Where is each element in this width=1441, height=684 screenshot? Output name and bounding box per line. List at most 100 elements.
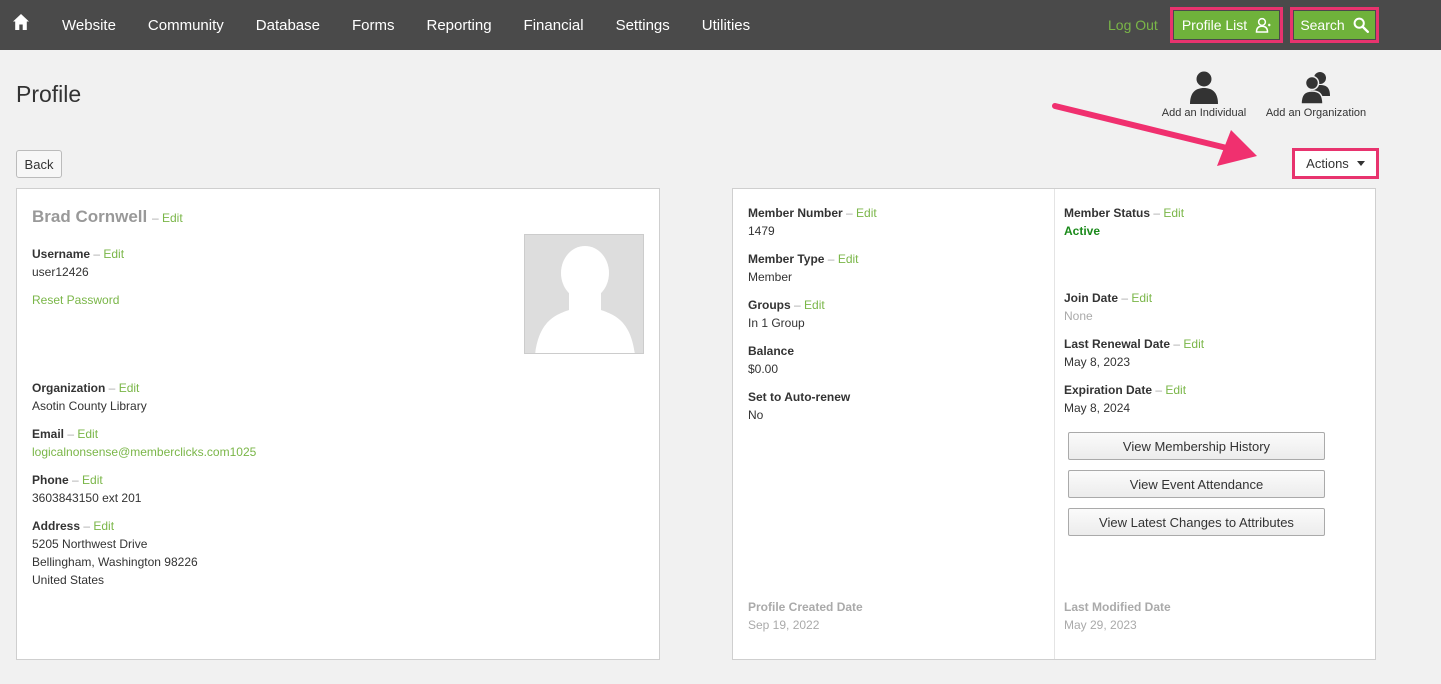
edit-member-status-link[interactable]: Edit <box>1163 206 1184 220</box>
groups-label: Groups <box>748 298 791 312</box>
expiration-label: Expiration Date <box>1064 383 1153 397</box>
balance-field: Balance $0.00 <box>748 342 794 378</box>
avatar-placeholder <box>535 246 635 353</box>
member-number-value: 1479 <box>748 224 775 238</box>
individual-icon <box>1190 71 1218 104</box>
nav-item-utilities[interactable]: Utilities <box>686 17 766 34</box>
member-status-field: Member Status – Edit Active <box>1064 206 1185 238</box>
membership-panel: Member Number – Edit 1479 Member Type – … <box>732 188 1376 660</box>
email-field: Email – Edit logicalnonsense@memberclick… <box>32 427 257 461</box>
last-renewal-label: Last Renewal Date <box>1064 337 1171 351</box>
expiration-value: May 8, 2024 <box>1064 401 1131 415</box>
add-individual-button[interactable]: Add an Individual <box>1149 70 1259 119</box>
join-date-label: Join Date <box>1064 291 1119 305</box>
edit-expiration-link[interactable]: Edit <box>1165 383 1186 397</box>
caret-down-icon <box>1356 161 1365 166</box>
search-icon <box>1353 17 1369 33</box>
edit-member-type-link[interactable]: Edit <box>838 252 859 266</box>
phone-field: Phone – Edit 3603843150 ext 201 <box>32 473 142 505</box>
profile-info-panel: Brad Cornwell – Edit Username – Edit use… <box>16 188 660 660</box>
add-individual-label: Add an Individual <box>1161 107 1247 119</box>
view-membership-history-button[interactable]: View Membership History <box>1068 432 1325 460</box>
search-label: Search <box>1300 17 1345 33</box>
member-status-label: Member Status <box>1064 206 1151 220</box>
page-title: Profile <box>16 81 82 107</box>
nav-item-database[interactable]: Database <box>240 17 336 34</box>
home-icon[interactable] <box>12 13 30 31</box>
profile-list-label: Profile List <box>1181 17 1248 33</box>
phone-label: Phone <box>32 473 69 487</box>
view-event-attendance-button[interactable]: View Event Attendance <box>1068 470 1325 498</box>
nav-item-settings[interactable]: Settings <box>600 17 686 34</box>
profile-name: Brad Cornwell <box>32 207 148 226</box>
member-type-label: Member Type <box>748 252 825 266</box>
last-renewal-value: May 8, 2023 <box>1064 355 1131 369</box>
auto-renew-value: No <box>748 408 764 422</box>
edit-groups-link[interactable]: Edit <box>804 298 825 312</box>
nav-item-community[interactable]: Community <box>132 17 240 34</box>
balance-value: $0.00 <box>748 362 779 376</box>
avatar <box>524 234 644 354</box>
expiration-field: Expiration Date – Edit May 8, 2024 <box>1064 383 1187 415</box>
edit-phone-link[interactable]: Edit <box>82 473 103 487</box>
person-icon <box>1255 17 1271 33</box>
organization-icon <box>1300 72 1330 104</box>
profile-created-value: Sep 19, 2022 <box>748 618 820 632</box>
organization-field: Organization – Edit Asotin County Librar… <box>32 381 147 413</box>
nav-item-forms[interactable]: Forms <box>336 17 411 34</box>
logout-link[interactable]: Log Out <box>1108 17 1158 33</box>
organization-value: Asotin County Library <box>32 399 147 413</box>
member-type-field: Member Type – Edit Member <box>748 252 859 284</box>
view-latest-changes-button[interactable]: View Latest Changes to Attributes <box>1068 508 1325 536</box>
edit-member-number-link[interactable]: Edit <box>856 206 877 220</box>
reset-password-link[interactable]: Reset Password <box>32 293 119 307</box>
search-button[interactable]: Search <box>1294 11 1375 39</box>
last-modified-field: Last Modified Date May 29, 2023 <box>1064 598 1171 634</box>
join-date-value: None <box>1064 309 1093 323</box>
profile-created-field: Profile Created Date Sep 19, 2022 <box>748 598 863 634</box>
nav-item-financial[interactable]: Financial <box>508 17 600 34</box>
groups-value: In 1 Group <box>748 316 805 330</box>
actions-dropdown[interactable]: Actions <box>1296 152 1375 175</box>
edit-email-link[interactable]: Edit <box>77 427 98 441</box>
reset-password-field: Reset Password <box>32 291 119 309</box>
nav-item-reporting[interactable]: Reporting <box>411 17 508 34</box>
member-number-field: Member Number – Edit 1479 <box>748 206 877 238</box>
address-label: Address <box>32 519 81 533</box>
profile-name-row: Brad Cornwell – Edit <box>32 207 183 226</box>
last-renewal-field: Last Renewal Date – Edit May 8, 2023 <box>1064 337 1205 369</box>
last-modified-label: Last Modified Date <box>1064 600 1171 614</box>
join-date-field: Join Date – Edit None <box>1064 291 1153 323</box>
member-type-value: Member <box>748 270 793 284</box>
email-value[interactable]: logicalnonsense@memberclicks.com1025 <box>32 443 256 461</box>
address-line3: United States <box>32 573 105 587</box>
edit-last-renewal-link[interactable]: Edit <box>1183 337 1204 351</box>
address-line2: Bellingham, Washington 98226 <box>32 555 198 569</box>
edit-address-link[interactable]: Edit <box>93 519 114 533</box>
edit-username-link[interactable]: Edit <box>103 247 124 261</box>
balance-label: Balance <box>748 344 795 358</box>
main-menu: Website Community Database Forms Reporti… <box>46 0 766 50</box>
username-label: Username <box>32 247 91 261</box>
add-organization-label: Add an Organization <box>1265 107 1367 119</box>
nav-item-website[interactable]: Website <box>46 17 132 34</box>
last-modified-value: May 29, 2023 <box>1064 618 1137 632</box>
address-field: Address – Edit 5205 Northwest Drive Bell… <box>32 519 198 587</box>
add-organization-button[interactable]: Add an Organization <box>1261 70 1371 119</box>
edit-name-link[interactable]: Edit <box>162 211 183 225</box>
email-label: Email <box>32 427 65 441</box>
username-field: Username – Edit user12426 <box>32 247 125 279</box>
auto-renew-field: Set to Auto-renew No <box>748 388 850 424</box>
column-divider <box>1054 189 1055 659</box>
profile-list-button[interactable]: Profile List <box>1174 11 1279 39</box>
organization-label: Organization <box>32 381 106 395</box>
edit-join-date-link[interactable]: Edit <box>1131 291 1152 305</box>
edit-organization-link[interactable]: Edit <box>119 381 140 395</box>
phone-value: 3603843150 ext 201 <box>32 491 142 505</box>
profile-created-label: Profile Created Date <box>748 600 863 614</box>
address-line1: 5205 Northwest Drive <box>32 537 148 551</box>
username-value: user12426 <box>32 265 89 279</box>
back-button[interactable]: Back <box>16 150 62 178</box>
member-status-value: Active <box>1064 224 1101 238</box>
actions-label: Actions <box>1306 156 1349 171</box>
